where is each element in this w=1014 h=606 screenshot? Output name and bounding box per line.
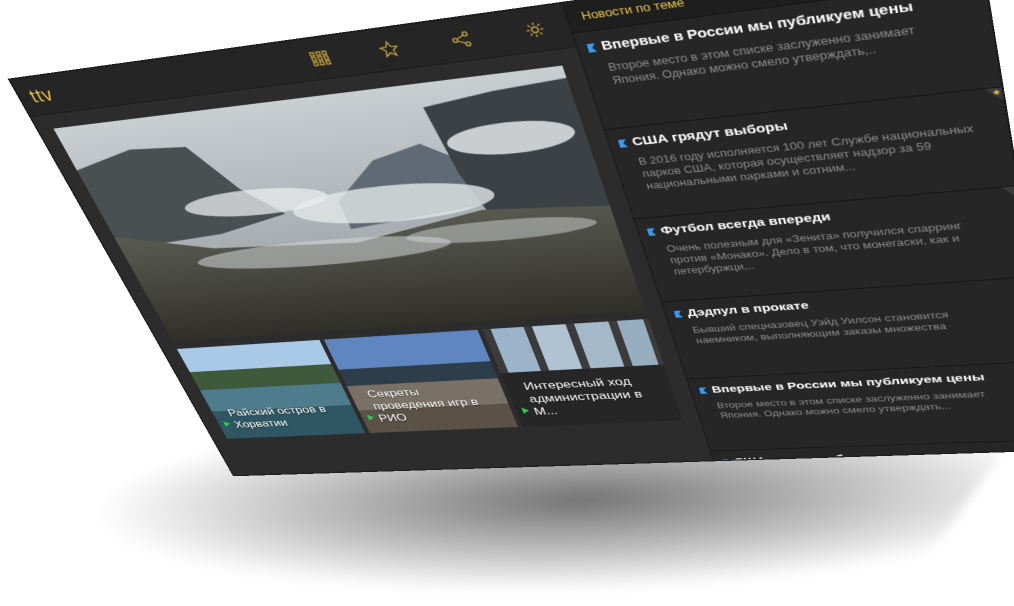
featured-tiles: Райский остров в Хорватии Секреты провед…	[176, 318, 683, 439]
app-logo[interactable]: ttv	[26, 84, 59, 107]
bookmark-flag-icon	[618, 139, 628, 148]
bookmark-flag-icon	[587, 43, 598, 52]
tile-caption: Секреты проведения игр в РИО	[364, 386, 481, 424]
header-toolbar	[307, 19, 549, 68]
bookmark-flag-icon	[699, 387, 708, 394]
stage: ttv Райский остров в Хорватии Секреты пр…	[0, 0, 1014, 606]
tile-card[interactable]: Интересный ход администрации в М...	[482, 318, 683, 427]
star-icon[interactable]: ★	[991, 87, 1002, 97]
tablet-screen: ttv Райский остров в Хорватии Секреты пр…	[10, 0, 1014, 476]
bookmark-flag-icon	[674, 311, 683, 318]
gear-icon[interactable]	[521, 19, 549, 40]
star-icon[interactable]	[376, 39, 403, 60]
hero-image[interactable]	[53, 65, 646, 342]
share-icon[interactable]	[447, 29, 474, 50]
news-corner	[1001, 185, 1014, 201]
tile-caption: Райский остров в Хорватии	[225, 403, 329, 431]
grid-icon[interactable]	[307, 48, 334, 68]
tile-caption: Интересный ход администрации в М...	[521, 375, 645, 418]
bookmark-flag-icon	[647, 228, 657, 236]
